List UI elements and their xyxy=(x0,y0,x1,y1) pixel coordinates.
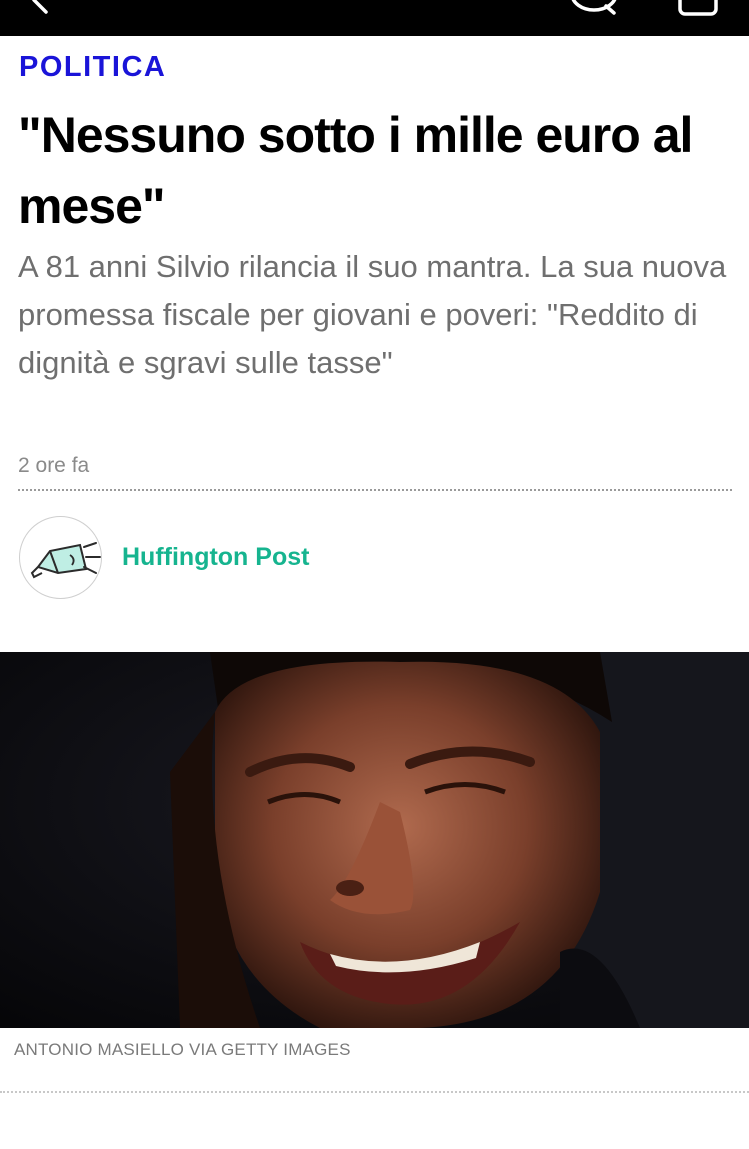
comment-icon[interactable] xyxy=(566,0,622,16)
divider xyxy=(0,1091,749,1093)
article-hero-image[interactable] xyxy=(0,652,749,1028)
photo-credit: ANTONIO MASIELLO VIA GETTY IMAGES xyxy=(14,1040,351,1059)
portrait-illustration xyxy=(0,652,749,1028)
publisher-name[interactable]: Huffington Post xyxy=(122,543,309,572)
back-chevron-icon[interactable] xyxy=(22,0,52,16)
article-timestamp: 2 ore fa xyxy=(18,454,90,477)
share-icon[interactable] xyxy=(676,0,720,18)
publisher-avatar[interactable] xyxy=(19,516,102,599)
divider xyxy=(18,489,732,491)
article-subtitle: A 81 anni Silvio rilancia il suo mantra.… xyxy=(18,249,727,380)
article-headline: "Nessuno sotto i mille euro al mese" xyxy=(18,107,693,234)
section-label[interactable]: POLITICA xyxy=(19,51,166,84)
top-bar xyxy=(0,0,749,36)
megaphone-icon xyxy=(30,542,101,579)
